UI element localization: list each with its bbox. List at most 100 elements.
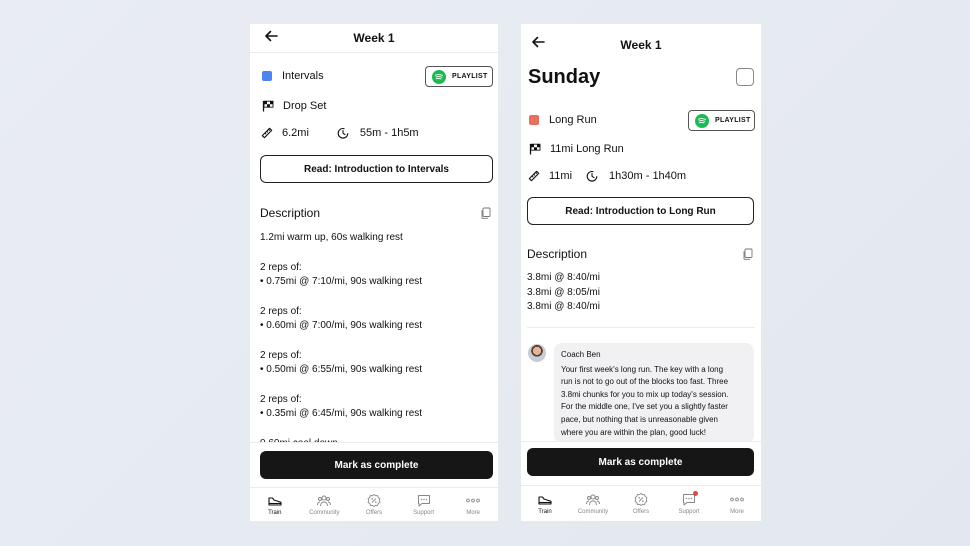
duration: 55m - 1h5m — [359, 127, 419, 139]
tab-label: More — [730, 508, 744, 515]
community-icon — [317, 495, 332, 506]
coach-message-line: run is not to go out of the blocks too f… — [561, 377, 729, 387]
tab-label: Support — [413, 509, 435, 516]
notification-dot — [693, 490, 698, 496]
copy-icon[interactable] — [480, 207, 491, 219]
tab-label: Community — [309, 509, 340, 516]
set-name: 11mi Long Run — [550, 143, 624, 155]
community-icon — [586, 494, 600, 505]
description-heading: Description — [260, 206, 321, 220]
playlist-label: PLAYLIST — [452, 73, 488, 80]
playlist-button[interactable]: PLAYLIST — [425, 66, 493, 87]
tab-support[interactable]: Support — [665, 490, 713, 515]
tab-more[interactable]: More — [449, 494, 497, 516]
distance: 6.2mi — [282, 127, 309, 139]
coach-avatar — [528, 344, 546, 362]
percent-badge-icon — [634, 492, 648, 506]
workout-screen-long-run: Week 1 Sunday Long Run PLAYLIST 11mi Lon… — [521, 24, 761, 521]
tab-bar: Train Community Offers Support More — [521, 485, 761, 521]
tab-label: Offers — [632, 508, 650, 515]
description-line: • 0.50mi @ 6:55/mi, 90s walking rest — [260, 364, 423, 375]
description-paragraph: 2 reps of: • 0.50mi @ 6:55/mi, 90s walkin… — [260, 349, 422, 378]
playlist-button[interactable]: PLAYLIST — [688, 110, 755, 131]
mark-complete-button[interactable]: Mark as complete — [527, 448, 754, 476]
set-row: Drop Set — [262, 100, 326, 112]
tab-label: More — [466, 509, 480, 516]
stats-row: 11mi 1h30m - 1h40m — [528, 170, 686, 182]
tab-train[interactable]: Train — [251, 494, 299, 516]
duration: 1h30m - 1h40m — [609, 170, 687, 182]
back-arrow-icon[interactable] — [263, 28, 279, 44]
tab-support[interactable]: Support — [400, 494, 448, 516]
description-paragraph: 2 reps of: • 0.75mi @ 7:10/mi, 90s walkin… — [260, 261, 422, 290]
complete-checkbox[interactable] — [736, 68, 754, 86]
checkered-flag-icon — [262, 100, 274, 112]
tab-label: Offers — [365, 509, 383, 516]
coach-name: Coach Ben — [561, 350, 601, 359]
tab-label: Train — [268, 509, 282, 516]
tab-label: Community — [577, 508, 609, 515]
description-line: 2 reps of: — [260, 261, 302, 273]
spotify-icon — [432, 69, 446, 84]
workout-name: Intervals — [282, 70, 324, 82]
copy-icon[interactable] — [742, 248, 753, 260]
back-arrow-icon[interactable] — [530, 34, 546, 50]
header: Week 1 — [250, 24, 498, 53]
description-text: 3.8mi @ 8:40/mi 3.8mi @ 8:05/mi 3.8mi @ … — [527, 271, 600, 315]
mark-complete-button[interactable]: Mark as complete — [260, 451, 493, 479]
workout-color-swatch — [262, 71, 272, 81]
shoe-icon — [268, 496, 282, 506]
coach-message-line: For the middle one, I've set you a sligh… — [561, 402, 728, 412]
chat-bubble-icon — [417, 494, 430, 506]
tab-community[interactable]: Community — [569, 493, 617, 515]
description-line: 2 reps of: — [260, 393, 302, 405]
tab-bar: Train Community Offers Support More — [250, 487, 498, 521]
description-heading: Description — [527, 247, 588, 261]
divider — [527, 327, 755, 328]
ruler-icon — [528, 170, 540, 182]
checkered-flag-icon — [529, 143, 541, 155]
stopwatch-icon — [337, 127, 349, 139]
more-dots-icon — [730, 497, 744, 501]
stopwatch-icon — [586, 170, 598, 182]
distance: 11mi — [549, 170, 573, 182]
description-line: 2 reps of: — [260, 349, 302, 361]
percent-badge-icon — [367, 493, 381, 507]
tab-more[interactable]: More — [713, 493, 761, 515]
tab-offers[interactable]: Offers — [350, 493, 398, 516]
coach-message-line: pace, but nothing that is unreasonable g… — [561, 414, 719, 424]
read-intro-button[interactable]: Read: Introduction to Long Run — [527, 197, 754, 225]
description-line: • 0.60mi @ 7:00/mi, 90s walking rest — [260, 320, 423, 331]
workout-name: Long Run — [549, 114, 597, 126]
coach-message-line: Your first week's long run. The key with… — [561, 364, 724, 374]
description-line: 2 reps of: — [260, 305, 302, 317]
spotify-icon — [695, 113, 709, 128]
coach-message-line: where you are within the plan, good luck… — [561, 427, 706, 437]
description-text: 1.2mi warm up, 60s walking rest 2 reps o… — [260, 231, 422, 466]
more-dots-icon — [466, 498, 481, 502]
header: Week 1 — [521, 24, 761, 57]
coach-message: Coach Ben Your first week's long run. Th… — [554, 343, 754, 443]
tab-train[interactable]: Train — [521, 493, 569, 515]
ruler-icon — [261, 127, 273, 139]
day-title: Sunday — [528, 66, 601, 88]
description-line: • 0.75mi @ 7:10/mi, 90s walking rest — [260, 276, 423, 287]
header-title: Week 1 — [620, 37, 662, 52]
tab-community[interactable]: Community — [300, 494, 348, 516]
stats-row: 6.2mi 55m - 1h5m — [261, 127, 419, 139]
description-line: 3.8mi @ 8:40/mi — [527, 301, 600, 312]
read-intro-button[interactable]: Read: Introduction to Intervals — [260, 155, 493, 183]
workout-screen-intervals: Week 1 Intervals PLAYLIST Drop Set 6.2mi… — [250, 24, 498, 521]
tab-label: Train — [538, 508, 552, 515]
playlist-label: PLAYLIST — [715, 117, 751, 124]
tab-offers[interactable]: Offers — [617, 492, 665, 515]
description-paragraph: 2 reps of: • 0.35mi @ 6:45/mi, 90s walkin… — [260, 393, 422, 422]
workout-type: Intervals — [262, 70, 324, 82]
workout-color-swatch — [529, 115, 539, 125]
coach-message-line: 3.8mi chunks for you to mix up today's s… — [561, 389, 729, 399]
header-title: Week 1 — [353, 31, 395, 45]
description-line: • 0.35mi @ 6:45/mi, 90s walking rest — [260, 408, 423, 419]
workout-type: Long Run — [529, 114, 597, 126]
description-line: 1.2mi warm up, 60s walking rest — [260, 232, 403, 243]
shoe-icon — [538, 495, 552, 505]
